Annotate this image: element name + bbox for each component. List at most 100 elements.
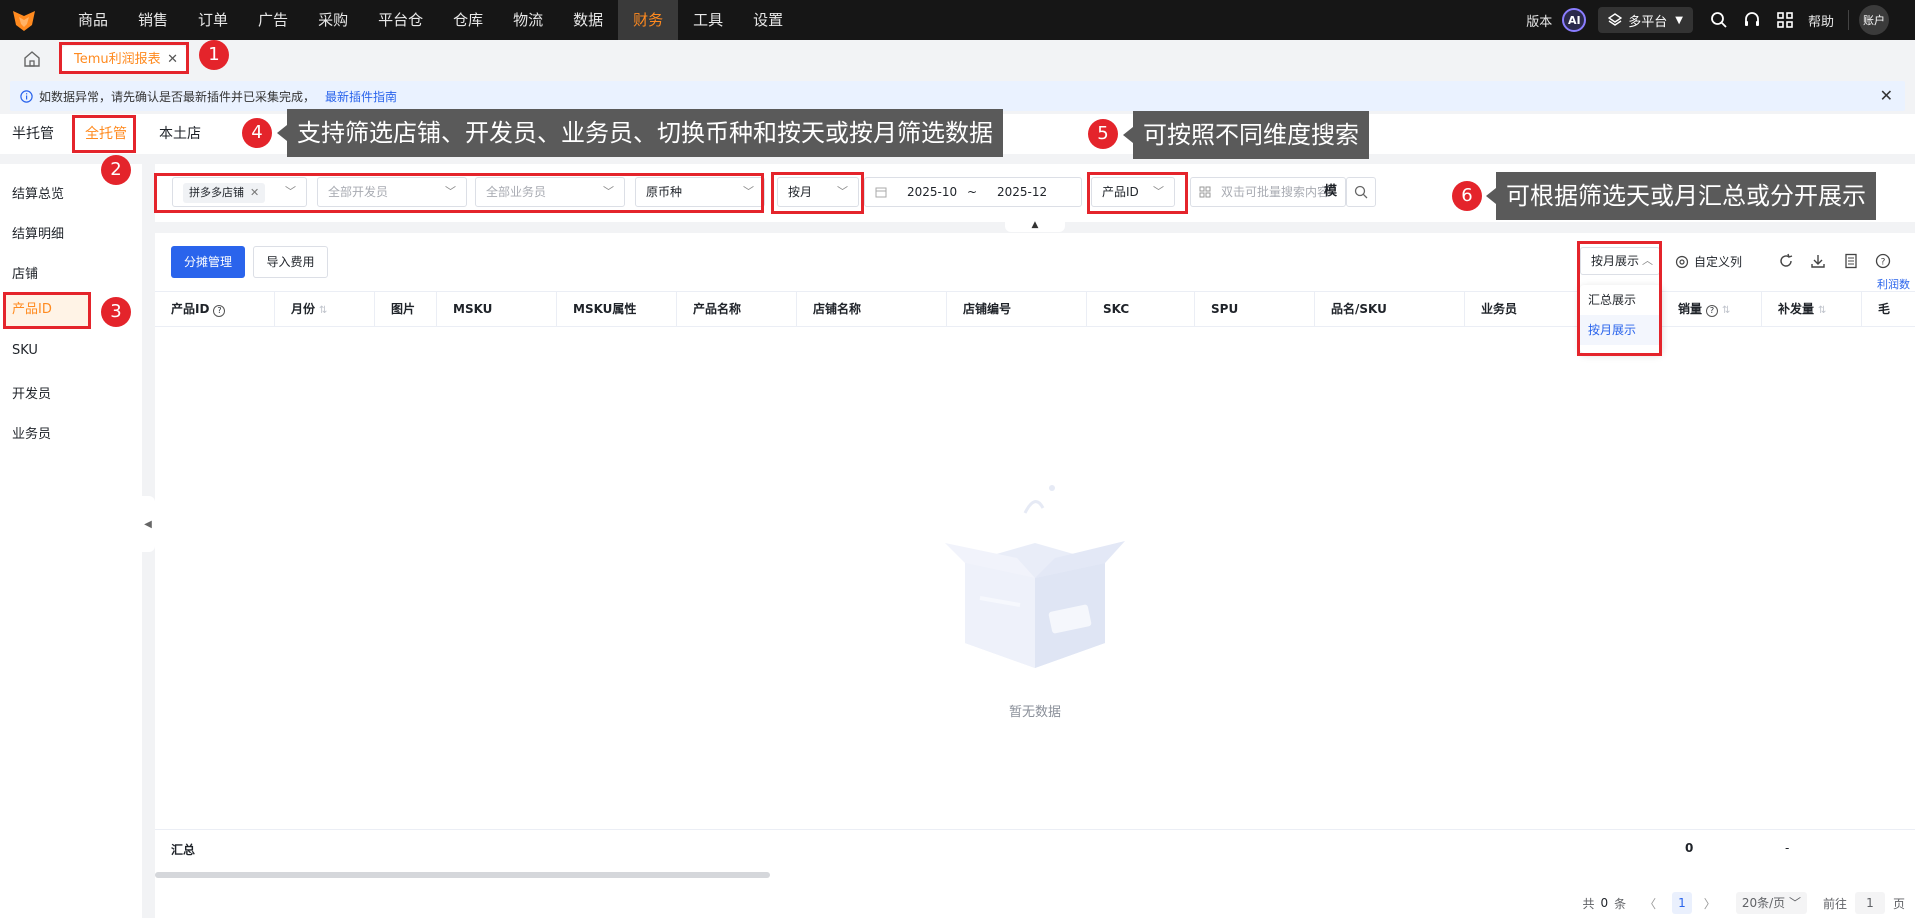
menu-settlement-detail[interactable]: 结算明细 xyxy=(12,223,64,242)
tab-temu-profit-report[interactable]: Temu利润报表 ✕ xyxy=(62,46,186,74)
logo-icon[interactable] xyxy=(11,7,37,33)
platform-label: 多平台 xyxy=(1628,14,1668,30)
prev-page-button[interactable]: 〈 xyxy=(1644,895,1656,912)
col-msku: MSKU xyxy=(437,292,557,326)
sort-icon[interactable]: ⇅ xyxy=(1818,305,1826,316)
col-label: 销量 xyxy=(1678,302,1703,316)
salesman-select[interactable]: 全部业务员 ﹀ xyxy=(475,177,625,207)
menu-store[interactable]: 店铺 xyxy=(12,263,38,282)
date-range-picker[interactable]: 2025-10 ~ 2025-12 xyxy=(864,177,1082,207)
sort-icon[interactable]: ⇅ xyxy=(1722,305,1730,316)
collapse-sidebar-button[interactable]: ◀ xyxy=(141,496,155,552)
info-icon xyxy=(20,89,33,103)
nav-sales[interactable]: 销售 xyxy=(123,0,183,40)
goto-input[interactable]: 1 xyxy=(1854,892,1885,914)
option-monthly[interactable]: 按月展示 xyxy=(1580,315,1662,345)
shop-select[interactable]: 拼多多店铺 ✕ ﹀ xyxy=(172,177,307,207)
avatar[interactable]: 账户 xyxy=(1859,5,1889,35)
menu-developer[interactable]: 开发员 xyxy=(12,383,51,402)
help-icon[interactable]: ? xyxy=(1706,305,1719,317)
batch-grid-icon[interactable] xyxy=(1199,186,1211,198)
display-mode-select[interactable]: 按月展示 ︿ xyxy=(1580,247,1660,275)
col-label: SKC xyxy=(1103,302,1130,316)
allocate-button[interactable]: 分摊管理 xyxy=(171,246,245,278)
search-placeholder: 双击可批量搜索内容 xyxy=(1221,185,1330,199)
close-icon[interactable]: ✕ xyxy=(167,46,178,74)
developer-select[interactable]: 全部开发员 ﹀ xyxy=(317,177,467,207)
col-reship-qty[interactable]: 补发量 ⇅ xyxy=(1762,292,1862,326)
nav-warehouse[interactable]: 仓库 xyxy=(438,0,498,40)
import-fee-button[interactable]: 导入费用 xyxy=(253,246,328,278)
calculator-icon[interactable] xyxy=(1843,253,1859,269)
search-icon xyxy=(1354,185,1368,199)
tip-dimension-search: 可按照不同维度搜索 xyxy=(1123,111,1369,159)
nav-tools[interactable]: 工具 xyxy=(678,0,738,40)
menu-settlement-overview[interactable]: 结算总览 xyxy=(12,183,64,202)
close-icon[interactable]: ✕ xyxy=(250,186,259,199)
developer-placeholder: 全部开发员 xyxy=(328,185,389,199)
page-size-select[interactable]: 20条/页 ﹀ xyxy=(1735,892,1807,914)
tab-semi-hosted[interactable]: 半托管 xyxy=(12,114,54,154)
menu-product-id[interactable]: 产品ID xyxy=(5,294,90,326)
close-icon[interactable]: ✕ xyxy=(1880,86,1893,105)
plugin-guide-link[interactable]: 最新插件指南 xyxy=(325,88,397,105)
col-label: MSKU属性 xyxy=(573,302,637,316)
help-icon[interactable]: ? xyxy=(213,305,226,317)
sort-icon[interactable]: ⇅ xyxy=(319,305,327,316)
headset-icon[interactable] xyxy=(1742,10,1762,30)
col-month[interactable]: 月份 ⇅ xyxy=(275,292,375,326)
nav-logistics[interactable]: 物流 xyxy=(498,0,558,40)
empty-box-illustration xyxy=(945,485,1125,668)
col-product-id[interactable]: 产品ID? xyxy=(155,292,275,326)
search-icon[interactable] xyxy=(1709,10,1729,30)
profit-data-link[interactable]: 利润数 xyxy=(1877,276,1910,292)
nav-purchase[interactable]: 采购 xyxy=(303,0,363,40)
match-mode-toggle[interactable]: 模 xyxy=(1324,178,1337,206)
total-prefix: 共 xyxy=(1582,896,1595,911)
refresh-icon[interactable] xyxy=(1778,253,1794,269)
horizontal-scrollbar[interactable] xyxy=(155,872,770,878)
pagination: 共 0 条 〈 1 〉 20条/页 ﹀ 前往 1 页 xyxy=(1582,888,1915,918)
layers-icon xyxy=(1608,13,1623,26)
download-icon[interactable] xyxy=(1810,253,1826,269)
tab-full-hosted[interactable]: 全托管 xyxy=(85,114,127,154)
collapse-filter-button[interactable]: ▲ xyxy=(1005,220,1065,232)
nav-right-group: 版本 AI 多平台 ▼ 帮助 账户 xyxy=(1526,0,1915,40)
nav-settings[interactable]: 设置 xyxy=(738,0,798,40)
custom-columns-button[interactable]: 自定义列 xyxy=(1675,253,1742,270)
step-badge-2: 2 xyxy=(101,155,131,185)
page-1[interactable]: 1 xyxy=(1672,892,1692,914)
nav-finance[interactable]: 财务 xyxy=(618,0,679,40)
total-count: 0 xyxy=(1600,896,1609,910)
goto-label: 前往 xyxy=(1822,896,1847,911)
option-summary[interactable]: 汇总展示 xyxy=(1580,285,1662,315)
nav-products[interactable]: 商品 xyxy=(63,0,123,40)
col-label: 图片 xyxy=(391,302,416,316)
nav-orders[interactable]: 订单 xyxy=(183,0,243,40)
col-sales-qty[interactable]: 销量? ⇅ xyxy=(1662,292,1762,326)
search-button[interactable] xyxy=(1346,177,1376,207)
menu-sku[interactable]: SKU xyxy=(12,343,38,358)
version-link[interactable]: 版本 xyxy=(1526,11,1552,30)
help-link[interactable]: 帮助 xyxy=(1808,11,1834,30)
home-icon[interactable] xyxy=(22,49,42,69)
apps-grid-icon[interactable] xyxy=(1775,10,1795,30)
dimension-value: 产品ID xyxy=(1102,185,1139,199)
chevron-down-icon: ﹀ xyxy=(743,185,754,198)
platform-switch[interactable]: 多平台 ▼ xyxy=(1598,7,1693,33)
col-skc: SKC xyxy=(1087,292,1195,326)
custom-columns-label: 自定义列 xyxy=(1694,255,1743,269)
nav-ads[interactable]: 广告 xyxy=(243,0,303,40)
menu-salesman[interactable]: 业务员 xyxy=(12,423,51,442)
search-input[interactable]: 双击可批量搜索内容 模 xyxy=(1190,177,1346,207)
nav-data[interactable]: 数据 xyxy=(558,0,618,40)
period-select[interactable]: 按月 ﹀ xyxy=(777,177,859,207)
help-icon[interactable]: ? xyxy=(1875,253,1891,269)
ai-button[interactable]: AI xyxy=(1562,8,1587,32)
nav-platform-warehouse[interactable]: 平台仓 xyxy=(363,0,438,40)
chevron-up-icon: ︿ xyxy=(1642,254,1653,267)
next-page-button[interactable]: 〉 xyxy=(1704,895,1716,912)
currency-select[interactable]: 原币种 ﹀ xyxy=(635,177,765,207)
dimension-select[interactable]: 产品ID ﹀ xyxy=(1091,177,1175,207)
tab-local-store[interactable]: 本土店 xyxy=(159,114,201,154)
